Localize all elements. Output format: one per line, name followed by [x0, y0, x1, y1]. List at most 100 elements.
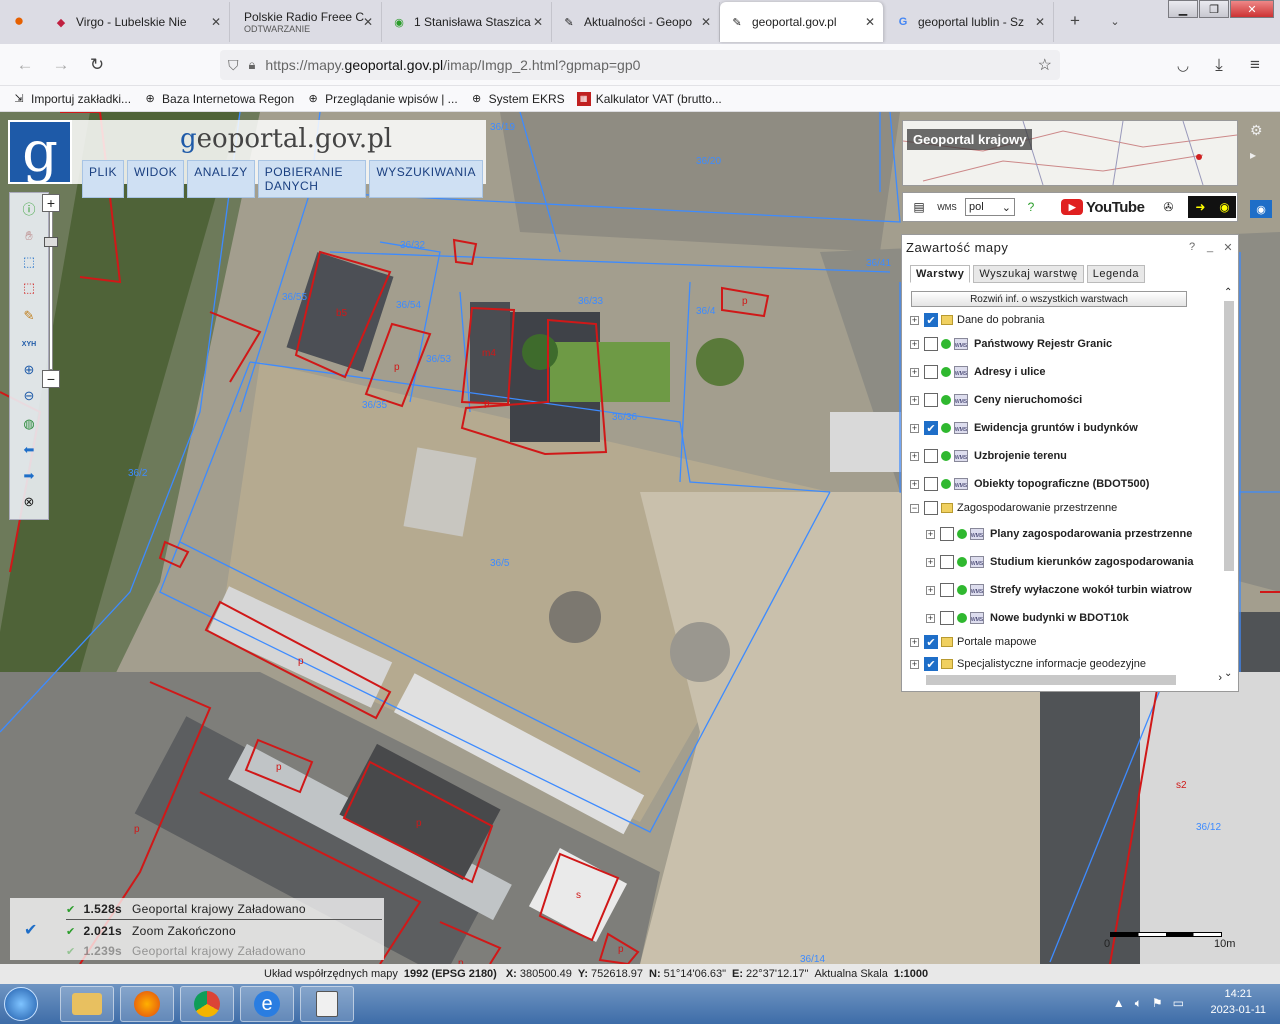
zoom-handle[interactable]: [44, 237, 58, 247]
layer-row[interactable]: + ✔ WMS Ewidencja gruntów i budynków: [910, 417, 1138, 439]
layer-row[interactable]: + WMS Ceny nieruchomości: [910, 389, 1082, 411]
layer-row[interactable]: + WMS Państwowy Rejestr Granic: [910, 333, 1112, 355]
menu-analizy[interactable]: ANALIZY: [187, 160, 255, 198]
bookmark-vat[interactable]: ▦ Kalkulator VAT (brutto...: [576, 91, 722, 106]
layer-row[interactable]: + WMS Studium kierunków zagospodarowania: [926, 551, 1194, 573]
vertical-scrollbar[interactable]: ⌃ ⌄: [1222, 287, 1236, 679]
start-button[interactable]: [0, 984, 42, 1024]
clear-icon[interactable]: ⊗: [18, 491, 40, 513]
tab-warstwy[interactable]: Warstwy: [910, 265, 971, 283]
star-icon[interactable]: ☆: [1038, 55, 1052, 75]
layer-checkbox[interactable]: ✔: [924, 313, 938, 327]
docs-icon[interactable]: [300, 986, 354, 1022]
tab-wyszukaj-warstwe[interactable]: Wyszukaj warstwę: [973, 265, 1084, 283]
explorer-icon[interactable]: [60, 986, 114, 1022]
scroll-thumb[interactable]: [926, 675, 1176, 685]
flag-icon[interactable]: ⚑: [1152, 996, 1163, 1011]
zoom-in-icon[interactable]: ⊕: [18, 359, 40, 381]
wms-add-icon[interactable]: WMS: [935, 196, 959, 218]
layer-row[interactable]: + WMS Uzbrojenie terenu: [910, 445, 1067, 467]
globe-icon[interactable]: ◍: [18, 413, 40, 435]
clock[interactable]: 14:21 2023-01-11: [1211, 986, 1266, 1018]
menu-widok[interactable]: WIDOK: [127, 160, 185, 198]
layer-checkbox[interactable]: ✔: [924, 657, 938, 671]
volume-icon[interactable]: 🔈︎: [1135, 996, 1142, 1011]
expand-icon[interactable]: +: [926, 557, 935, 567]
geoportal-logo[interactable]: g: [8, 120, 72, 185]
layer-row[interactable]: + WMS Strefy wyłaczone wokół turbin wiatro…: [926, 579, 1192, 601]
pencil-icon[interactable]: ✎: [18, 305, 40, 327]
menu-wyszukiwania[interactable]: WYSZUKIWANIA: [369, 160, 483, 198]
minimize-icon[interactable]: _: [1204, 241, 1216, 253]
arrow-back-icon[interactable]: ⬅: [18, 439, 40, 461]
network-icon[interactable]: ▭: [1173, 996, 1184, 1011]
layer-row[interactable]: + ✔ Portale mapowe: [910, 631, 1037, 653]
tab-geoportal[interactable]: ✎ geoportal.gov.pl ✕: [720, 2, 884, 42]
accessibility-icon[interactable]: ✇: [1156, 196, 1180, 218]
layer-row[interactable]: + WMS Obiekty topograficzne (BDOT500): [910, 473, 1149, 495]
layer-checkbox[interactable]: [924, 501, 938, 515]
ie-icon[interactable]: e: [240, 986, 294, 1022]
firefox-menu-icon[interactable]: ●: [8, 10, 30, 32]
hamburger-menu-icon[interactable]: ≡: [1244, 54, 1266, 76]
zoom-out-icon[interactable]: ⊖: [18, 385, 40, 407]
collapse-icon[interactable]: −: [910, 503, 919, 513]
bookmark-wpisy[interactable]: ⊕ Przeglądanie wpisów | ...: [306, 92, 458, 106]
expand-icon[interactable]: +: [910, 479, 919, 489]
layer-row[interactable]: − Zagospodarowanie przestrzenne: [910, 497, 1117, 519]
minimap-settings-icon[interactable]: ⚙: [1250, 122, 1263, 139]
expand-all-layers-button[interactable]: Rozwiń inf. o wszystkich warstwach: [911, 291, 1187, 307]
minimize-icon[interactable]: ▁: [1168, 0, 1198, 18]
firefox-icon[interactable]: [120, 986, 174, 1022]
zoom-minus-button[interactable]: −: [42, 370, 60, 388]
map-view[interactable]: 36/19 36/20 36/32 36/55 36/54 36/33 36/5…: [0, 112, 1280, 964]
xyz-coordinates-icon[interactable]: XYH: [18, 333, 40, 355]
expand-icon[interactable]: +: [910, 637, 919, 647]
select-delete-icon[interactable]: ⬚: [18, 277, 40, 299]
pocket-icon[interactable]: ◡: [1172, 54, 1194, 76]
eye-icon[interactable]: ◉: [1212, 196, 1237, 218]
arrow-forward-icon[interactable]: ➡: [18, 465, 40, 487]
close-icon[interactable]: ✕: [533, 15, 543, 29]
youtube-link[interactable]: ▶ YouTube: [1061, 199, 1145, 216]
help-icon[interactable]: ?: [1019, 196, 1043, 218]
layer-row[interactable]: + ✔ Dane do pobrania: [910, 309, 1044, 331]
scroll-up-icon[interactable]: ⌃: [1224, 287, 1232, 298]
language-select[interactable]: pol ⌄: [965, 198, 1015, 216]
close-icon[interactable]: ✕: [1222, 241, 1234, 254]
overview-map[interactable]: Geoportal krajowy: [902, 120, 1238, 186]
scroll-right-icon[interactable]: ›: [1218, 672, 1222, 684]
arrow-right-icon[interactable]: ➜: [1188, 196, 1213, 218]
layer-checkbox[interactable]: [940, 583, 954, 597]
tray-expand-icon[interactable]: ▲: [1113, 996, 1125, 1011]
view-eye-icon[interactable]: ◉: [1250, 200, 1272, 218]
tab-google[interactable]: G geoportal lublin - Sz ✕: [886, 2, 1054, 42]
layer-checkbox[interactable]: ✔: [924, 635, 938, 649]
reload-icon[interactable]: ↻: [86, 54, 108, 76]
shield-icon[interactable]: ⛉: [228, 57, 239, 74]
help-icon[interactable]: ?: [1186, 241, 1198, 253]
expand-icon[interactable]: +: [910, 659, 919, 669]
tab-virgo[interactable]: ◆ Virgo - Lubelskie Nie ✕: [44, 2, 230, 42]
expand-icon[interactable]: +: [926, 529, 935, 539]
expand-icon[interactable]: +: [926, 585, 935, 595]
layer-row[interactable]: + WMS Adresy i ulice: [910, 361, 1046, 383]
layer-checkbox[interactable]: [924, 449, 938, 463]
close-icon[interactable]: ✕: [363, 15, 373, 29]
layer-checkbox[interactable]: [940, 611, 954, 625]
scroll-down-icon[interactable]: ⌄: [1224, 668, 1232, 679]
menu-pobieranie-danych[interactable]: POBIERANIE DANYCH: [257, 160, 367, 198]
expand-icon[interactable]: +: [910, 451, 919, 461]
pan-hand-icon[interactable]: ✋︎: [18, 225, 40, 247]
close-icon[interactable]: ✕: [701, 15, 711, 29]
layer-checkbox[interactable]: ✔: [924, 421, 938, 435]
tab-radio[interactable]: Polskie Radio Freee C ODTWARZANIE ✕: [230, 2, 382, 42]
layer-row[interactable]: + WMS Nowe budynki w BDOT10k: [926, 607, 1129, 629]
tab-staszica[interactable]: ◉ 1 Stanisława Staszica ✕: [382, 2, 552, 42]
scroll-thumb[interactable]: [1224, 301, 1234, 571]
bookmark-regon[interactable]: ⊕ Baza Internetowa Regon: [143, 92, 294, 106]
horizontal-scrollbar[interactable]: ›: [910, 672, 1222, 687]
expand-icon[interactable]: +: [926, 613, 935, 623]
new-tab-icon[interactable]: +: [1064, 10, 1086, 32]
zoom-plus-button[interactable]: +: [42, 194, 60, 212]
